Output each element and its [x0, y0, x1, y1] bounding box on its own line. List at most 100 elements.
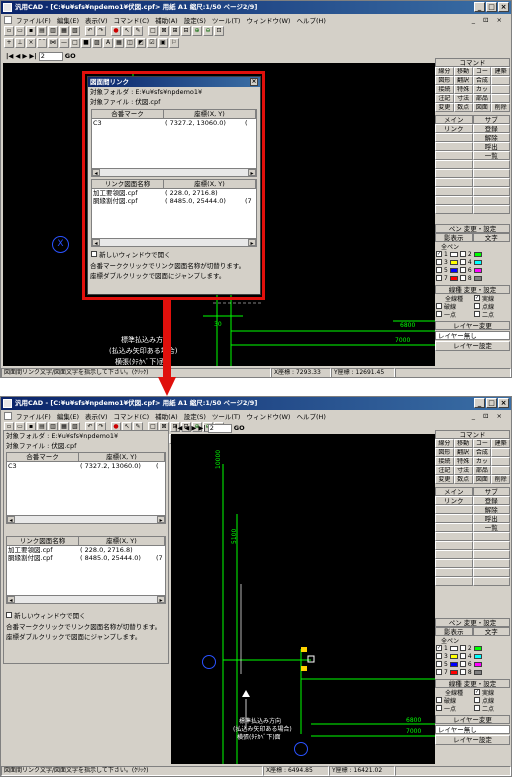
go-button[interactable]: GO: [234, 424, 245, 432]
document-icon[interactable]: [4, 411, 12, 420]
save-icon[interactable]: ▪: [26, 26, 36, 36]
linetype-dashdot[interactable]: 一点: [444, 310, 472, 319]
main-tab[interactable]: メイン: [435, 115, 473, 124]
linetype-dashdotdot[interactable]: 二点: [482, 704, 494, 713]
cmd-special[interactable]: 特殊: [453, 457, 473, 466]
cmd-dimension[interactable]: 寸法: [453, 466, 473, 475]
cmd-move[interactable]: 移動: [453, 67, 473, 76]
minimize-button[interactable]: _: [474, 2, 485, 12]
menu-view[interactable]: 表示(V): [85, 411, 108, 421]
drawing-canvas[interactable]: 10000 5100 標準払込み方向 (払込み矢印ある場合) 横張(ﾀﾃｶﾍﾞ下…: [171, 434, 435, 764]
zoom-box-icon[interactable]: □: [148, 26, 158, 36]
pen-row[interactable]: 56: [435, 266, 510, 274]
cross-icon[interactable]: ×: [26, 38, 36, 48]
cmd-arch[interactable]: 建築: [491, 439, 510, 448]
menu-window[interactable]: ウィンドウ(W): [246, 411, 290, 421]
cmd-connect[interactable]: 接続: [435, 457, 454, 466]
menu-tools[interactable]: ツール(T): [212, 15, 241, 25]
undo-icon[interactable]: ↶: [85, 26, 95, 36]
cmd-change[interactable]: 変更: [435, 103, 454, 112]
sub-item-recall[interactable]: 呼出: [472, 514, 510, 523]
col-coord[interactable]: 座標(X, Y): [79, 453, 165, 461]
all-pens-label[interactable]: 全ペン: [435, 242, 510, 251]
cmd-translate[interactable]: 翻訳: [453, 448, 473, 457]
first-page-icon[interactable]: |◀: [6, 52, 13, 60]
zoom-in-icon[interactable]: ⊕: [192, 26, 202, 36]
mdi-buttons[interactable]: _ ⊡ ×: [472, 412, 505, 420]
redo-icon[interactable]: ↷: [96, 26, 106, 36]
menu-command[interactable]: コマンド(C): [114, 15, 150, 25]
text-icon[interactable]: A: [103, 38, 113, 48]
menu-tools[interactable]: ツール(T): [212, 411, 241, 421]
new-window-option[interactable]: 新しいウィンドウで開く: [4, 610, 168, 622]
new-file-icon[interactable]: ▫: [4, 26, 14, 36]
maximize-button[interactable]: □: [486, 398, 497, 408]
cmd-points[interactable]: 数点: [453, 475, 473, 484]
main-item-link[interactable]: リンク: [435, 496, 473, 505]
prev-page-icon[interactable]: ◀: [15, 52, 20, 60]
go-button[interactable]: GO: [65, 52, 76, 60]
pen-row[interactable]: 34: [435, 652, 510, 660]
sub-item-recall[interactable]: 呼出: [472, 142, 510, 151]
next-page-icon[interactable]: ▶: [22, 52, 27, 60]
cmd-dimension[interactable]: 寸法: [453, 94, 473, 103]
cmd-note[interactable]: 注記: [435, 466, 454, 475]
grid-mark-circle-2[interactable]: [294, 742, 308, 756]
menu-command[interactable]: コマンド(C): [114, 411, 150, 421]
cmd-drawing[interactable]: 図面: [472, 475, 492, 484]
menu-edit[interactable]: 編集(E): [57, 411, 79, 421]
zoom-window-icon[interactable]: ⊠: [159, 26, 169, 36]
menu-help[interactable]: ヘルプ(H): [296, 411, 325, 421]
table-row[interactable]: 加工要領図.cpf( 228.0, 2716.8): [7, 546, 165, 554]
horizontal-scrollbar[interactable]: ◂ ▸: [7, 515, 165, 524]
line-icon[interactable]: —: [59, 38, 69, 48]
flag-icon[interactable]: ⚐: [169, 38, 179, 48]
close-button[interactable]: ×: [498, 398, 509, 408]
menu-edit[interactable]: 編集(E): [57, 15, 79, 25]
sub-item-register[interactable]: 登録: [472, 496, 510, 505]
horizontal-scrollbar[interactable]: ◂ ▸: [7, 595, 165, 604]
col-drawing[interactable]: リンク図面名称: [7, 537, 79, 545]
cmd-note[interactable]: 注記: [435, 94, 454, 103]
print-icon[interactable]: ▤: [37, 26, 47, 36]
layer-select[interactable]: レイヤー無し: [435, 331, 510, 340]
pen-icon[interactable]: ✎: [133, 26, 143, 36]
menu-assist[interactable]: 補助(A): [155, 411, 178, 421]
copy-icon[interactable]: ▧: [70, 26, 80, 36]
measure-icon[interactable]: ⊟: [181, 26, 191, 36]
layer-select[interactable]: レイヤー無し: [435, 725, 510, 734]
cmd-cut[interactable]: カット: [472, 85, 492, 94]
prev-page-icon[interactable]: ◀: [184, 424, 189, 432]
pen-row[interactable]: 34: [435, 258, 510, 266]
sub-tab[interactable]: サブ: [472, 115, 510, 124]
menu-file[interactable]: ファイル(F): [16, 411, 51, 421]
cmd-line[interactable]: 線分: [435, 67, 454, 76]
pointer-icon[interactable]: ↖: [122, 26, 132, 36]
cmd-points[interactable]: 数点: [453, 103, 473, 112]
snap-icon[interactable]: +: [4, 38, 14, 48]
pen-row[interactable]: ✓ 1 2: [435, 644, 510, 652]
menu-view[interactable]: 表示(V): [85, 15, 108, 25]
cmd-cut[interactable]: カット: [472, 457, 492, 466]
symbol-icon[interactable]: ◫: [125, 38, 135, 48]
menu-assist[interactable]: 補助(A): [155, 15, 178, 25]
cmd-compose[interactable]: 合成: [472, 76, 492, 85]
cmd-shape[interactable]: 図形: [435, 76, 454, 85]
stop-icon[interactable]: ●: [111, 26, 121, 36]
layer-settings-button[interactable]: レイヤー設定: [435, 735, 510, 745]
next-page-icon[interactable]: ▶: [191, 424, 196, 432]
cmd-special[interactable]: 特殊: [453, 85, 473, 94]
zoom-out-icon[interactable]: ⊖: [203, 26, 213, 36]
sub-item-register[interactable]: 登録: [472, 124, 510, 133]
last-page-icon[interactable]: ▶|: [198, 424, 205, 432]
check-icon[interactable]: ☑: [147, 38, 157, 48]
cmd-corner[interactable]: コーナー: [472, 439, 492, 448]
sub-item-list[interactable]: 一覧: [472, 151, 510, 160]
first-page-icon[interactable]: |◀: [175, 424, 182, 432]
hatch-icon[interactable]: ▨: [92, 38, 102, 48]
pen-row[interactable]: ✓ 1 2: [435, 250, 510, 258]
menu-settings[interactable]: 設定(S): [184, 411, 206, 421]
cmd-delete[interactable]: 削除: [491, 103, 510, 112]
layers-icon[interactable]: ▦: [59, 26, 69, 36]
grid-icon[interactable]: ⊞: [170, 26, 180, 36]
